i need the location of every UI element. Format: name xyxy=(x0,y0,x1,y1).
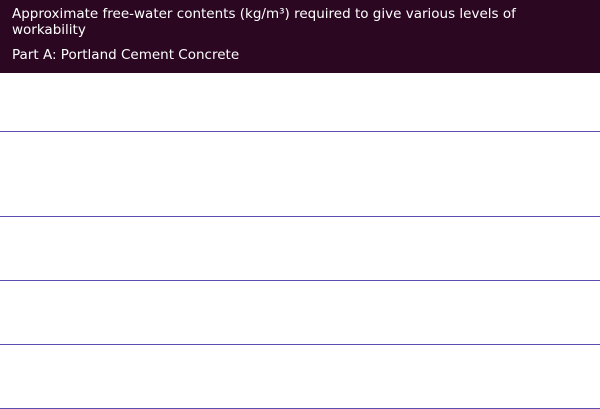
table-header: Approximate free-water contents (kg/m³) … xyxy=(0,0,600,73)
table-row xyxy=(0,73,600,132)
table-subtitle: Part A: Portland Cement Concrete xyxy=(12,47,240,63)
workability-table: Approximate free-water contents (kg/m³) … xyxy=(0,0,600,409)
table-row xyxy=(0,281,600,345)
table-row xyxy=(0,132,600,217)
table-body xyxy=(0,73,600,409)
table-title: Approximate free-water contents (kg/m³) … xyxy=(12,6,516,38)
table-row xyxy=(0,217,600,281)
table-row xyxy=(0,345,600,409)
